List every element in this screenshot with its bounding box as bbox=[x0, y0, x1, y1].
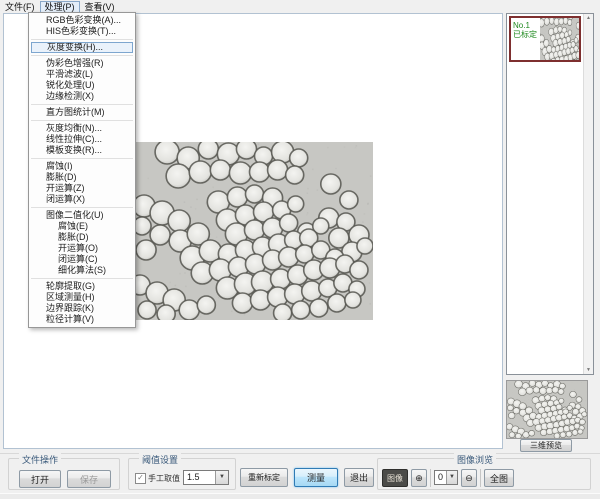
menu-separator bbox=[31, 158, 133, 159]
menu-separator bbox=[31, 278, 133, 279]
menu-separator bbox=[31, 207, 133, 208]
threshold-groupbox: 阈值设置 ✓ 手工取值 1.5 ▼ bbox=[128, 458, 236, 490]
zoom-level-value: 0 bbox=[438, 472, 443, 482]
menu-item[interactable]: 平滑滤波(L) bbox=[31, 69, 133, 80]
menu-separator bbox=[31, 39, 133, 40]
microscopy-image[interactable] bbox=[132, 142, 373, 320]
threshold-group-label: 阈值设置 bbox=[139, 453, 181, 466]
zoom-in-icon[interactable]: ⊕ bbox=[411, 469, 427, 487]
menu-item[interactable]: 线性拉伸(C)... bbox=[31, 134, 133, 145]
open-button[interactable]: 打开 bbox=[19, 470, 61, 488]
chevron-down-icon[interactable]: ▼ bbox=[446, 471, 457, 484]
menu-item[interactable]: 边缘检测(X) bbox=[31, 91, 133, 102]
menubar-item-1[interactable]: 处理(P) bbox=[40, 1, 80, 13]
measure-button[interactable]: 测量 bbox=[294, 468, 338, 487]
bottom-toolbar: 文件操作 打开 保存 阈值设置 ✓ 手工取值 1.5 ▼ 重新标定 测量 退出 … bbox=[0, 453, 600, 494]
chevron-down-icon[interactable]: ▼ bbox=[215, 471, 228, 484]
menu-separator bbox=[31, 120, 133, 121]
result-list[interactable]: No.1 已标定 ▲ ▼ bbox=[506, 13, 594, 375]
scroll-down-icon[interactable]: ▼ bbox=[584, 366, 593, 374]
menu-separator bbox=[31, 104, 133, 105]
application-window: 文件(F)处理(P)查看(V) RGB色彩变换(A)...HIS色彩变换(T).… bbox=[0, 0, 600, 499]
menu-item[interactable]: 膨胀(D) bbox=[31, 172, 133, 183]
menu-item[interactable]: 锐化处理(U) bbox=[31, 80, 133, 91]
view-group-label: 图像浏览 bbox=[454, 453, 496, 466]
menu-item[interactable]: 腐蚀(E) bbox=[31, 221, 133, 232]
menu-item[interactable]: 区域测量(H) bbox=[31, 292, 133, 303]
threshold-value: 1.5 bbox=[187, 472, 200, 482]
menubar-item-0[interactable]: 文件(F) bbox=[0, 1, 40, 13]
menu-item[interactable]: 粒径计算(V) bbox=[31, 314, 133, 325]
menu-item[interactable]: 闭运算(X) bbox=[31, 194, 133, 205]
manual-threshold-label: 手工取值 bbox=[148, 473, 180, 484]
manual-threshold-checkbox[interactable]: ✓ bbox=[135, 473, 146, 484]
menu-item[interactable]: 腐蚀(I) bbox=[31, 161, 133, 172]
preview-button[interactable]: 三维预览 bbox=[520, 439, 572, 452]
menu-item[interactable]: 伪彩色增强(R) bbox=[31, 58, 133, 69]
toolbar-separator bbox=[480, 469, 481, 487]
result-item-label: No.1 已标定 bbox=[511, 18, 540, 60]
toolbar-separator bbox=[430, 469, 431, 487]
menu-item[interactable]: 直方图统计(M) bbox=[31, 107, 133, 118]
menu-item[interactable]: 膨胀(D) bbox=[31, 232, 133, 243]
save-button[interactable]: 保存 bbox=[67, 470, 111, 488]
overview-thumbnail[interactable] bbox=[506, 380, 588, 439]
menubar-item-2[interactable]: 查看(V) bbox=[80, 1, 120, 13]
menu-item[interactable]: 图像二值化(U) bbox=[31, 210, 133, 221]
threshold-combobox[interactable]: 1.5 ▼ bbox=[183, 470, 229, 485]
menu-item[interactable]: 开运算(O) bbox=[31, 243, 133, 254]
menu-item[interactable]: 灰度变换(H)... bbox=[31, 42, 133, 53]
zoom-level-spinner[interactable]: 0 ▼ bbox=[434, 470, 458, 485]
menu-separator bbox=[31, 55, 133, 56]
scroll-up-icon[interactable]: ▲ bbox=[584, 14, 593, 22]
menu-item[interactable]: 灰度均衡(N)... bbox=[31, 123, 133, 134]
menu-item[interactable]: 细化算法(S) bbox=[31, 265, 133, 276]
image-mode-button[interactable]: 图像 bbox=[382, 469, 408, 487]
menu-item[interactable]: 边界跟踪(K) bbox=[31, 303, 133, 314]
menu-item[interactable]: HIS色彩变换(T)... bbox=[31, 26, 133, 37]
menu-item[interactable]: RGB色彩变换(A)... bbox=[31, 15, 133, 26]
window-bottom-edge bbox=[0, 493, 600, 499]
exit-button[interactable]: 退出 bbox=[344, 468, 374, 487]
menu-item[interactable]: 闭运算(C) bbox=[31, 254, 133, 265]
view-groupbox: 图像浏览 图像 ⊕ 0 ▼ ⊖ 全图 bbox=[377, 458, 591, 490]
menu-item[interactable]: 轮廓提取(G) bbox=[31, 281, 133, 292]
menu-item[interactable]: 模板变换(R)... bbox=[31, 145, 133, 156]
file-group-label: 文件操作 bbox=[19, 453, 61, 466]
menu-item[interactable]: 开运算(Z) bbox=[31, 183, 133, 194]
list-scrollbar[interactable]: ▲ ▼ bbox=[583, 14, 593, 374]
recalibrate-button[interactable]: 重新标定 bbox=[240, 468, 288, 487]
file-groupbox: 文件操作 打开 保存 bbox=[8, 458, 120, 490]
result-list-item[interactable]: No.1 已标定 bbox=[509, 16, 581, 62]
result-item-thumbnail bbox=[540, 18, 579, 60]
zoom-out-icon[interactable]: ⊖ bbox=[461, 469, 477, 487]
fit-view-button[interactable]: 全图 bbox=[484, 469, 514, 487]
menu-popup: RGB色彩变换(A)...HIS色彩变换(T)... 灰度变换(H)... 伪彩色增… bbox=[28, 12, 136, 328]
